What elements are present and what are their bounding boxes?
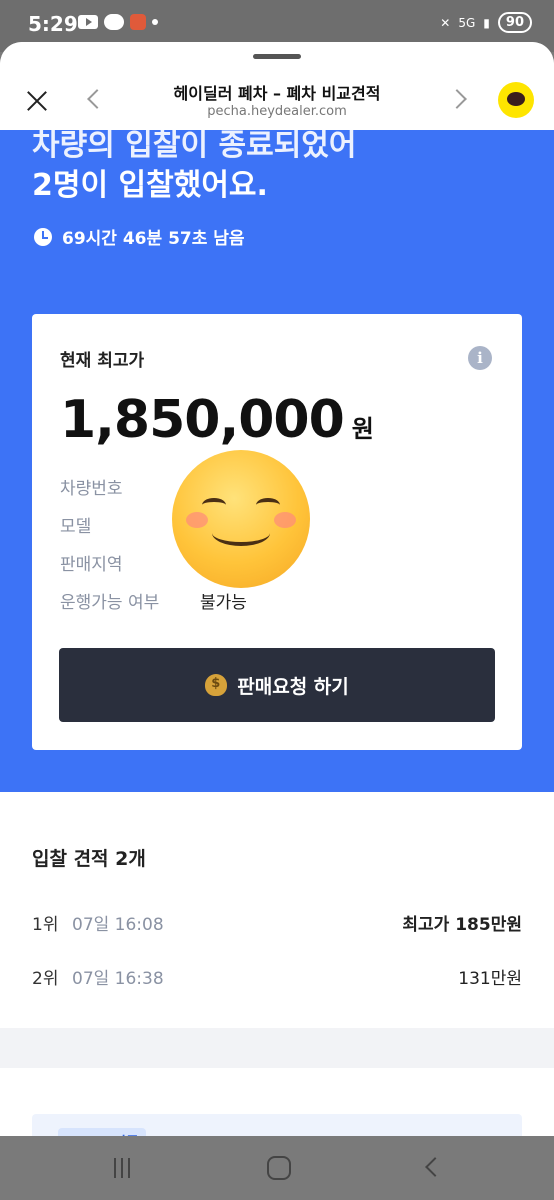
status-time: 5:29 xyxy=(28,12,78,36)
emoji-eye-left xyxy=(202,498,226,512)
emoji-mouth xyxy=(212,520,270,546)
bid-price: 131만원 xyxy=(458,969,522,989)
countdown-timer: 69시간 46분 57초 남음 xyxy=(34,224,245,249)
spec-label-model: 모델 xyxy=(60,517,92,537)
smiling-face-emoji-icon xyxy=(172,450,310,588)
signal-icon: ▮ xyxy=(483,15,490,30)
emoji-cheek-right xyxy=(274,512,296,528)
webview-sheet: 헤이딜러 폐차 – 폐차 비교견적 pecha.heydealer.com 차량… xyxy=(0,42,554,1137)
bids-section: 입찰 견적 2개 1위 07일 16:08 최고가 185만원 2위 07일 1… xyxy=(0,792,554,1028)
sell-request-label: 판매요청 하기 xyxy=(237,675,349,698)
emoji-cheek-left xyxy=(186,512,208,528)
chevron-right-icon xyxy=(447,89,467,109)
chat-icon xyxy=(104,14,124,30)
battery-icon: 90 xyxy=(497,12,532,33)
browser-toolbar: 헤이딜러 폐차 – 폐차 비교견적 pecha.heydealer.com xyxy=(0,42,554,130)
section-divider xyxy=(0,1028,554,1068)
promo-card[interactable]: 100% 지급 xyxy=(32,1114,522,1137)
home-icon[interactable] xyxy=(267,1156,291,1180)
system-icons: ✕ 5G ▮ 90 xyxy=(440,12,532,33)
emoji-eye-right xyxy=(256,498,280,512)
drag-handle[interactable] xyxy=(253,54,301,59)
hero-title: 2명이 입찰했어요. xyxy=(32,168,268,203)
info-icon[interactable]: i xyxy=(468,346,492,370)
system-navigation-bar xyxy=(0,1136,554,1200)
kakao-chat-icon[interactable] xyxy=(498,82,534,118)
clock-icon xyxy=(34,227,52,246)
spec-label-drivable: 운행가능 여부 xyxy=(60,593,160,613)
network-type: 5G xyxy=(458,15,476,30)
timer-text: 69시간 46분 57초 남음 xyxy=(62,229,245,249)
money-bag-icon xyxy=(205,674,228,696)
spec-label-region: 판매지역 xyxy=(60,555,123,575)
bid-time: 07일 16:38 xyxy=(72,969,164,989)
bid-row: 2위 07일 16:38 131만원 xyxy=(32,964,522,994)
bid-rank: 2위 xyxy=(32,969,59,989)
forward-button[interactable] xyxy=(447,86,472,114)
bids-title: 입찰 견적 2개 xyxy=(32,848,146,870)
bid-price: 최고가 185만원 xyxy=(402,915,522,935)
spec-value-drivable: 불가능 xyxy=(200,593,247,613)
bid-rank: 1위 xyxy=(32,915,59,935)
app-notification-icon xyxy=(130,14,146,30)
current-highest-label: 현재 최고가 xyxy=(60,351,145,371)
price-display: 1,850,000 원 xyxy=(60,390,374,450)
price-unit: 원 xyxy=(351,415,374,443)
more-notifications-icon xyxy=(152,19,158,25)
recents-icon[interactable] xyxy=(114,1158,136,1178)
promo-section: 100% 지급 xyxy=(0,1068,554,1137)
youtube-icon xyxy=(78,15,98,29)
notification-icons xyxy=(78,14,158,30)
bid-time: 07일 16:08 xyxy=(72,915,164,935)
sell-request-button[interactable]: 판매요청 하기 xyxy=(59,648,495,722)
price-amount: 1,850,000 xyxy=(60,390,345,450)
bid-row: 1위 07일 16:08 최고가 185만원 xyxy=(32,910,522,940)
price-card: 현재 최고가 i 1,850,000 원 차량번호 모델 판매지역 운행가능 여… xyxy=(32,314,522,750)
mute-icon: ✕ xyxy=(440,15,451,30)
hero-section: 차량의 입찰이 종료되었어 2명이 입찰했어요. 69시간 46분 57초 남음… xyxy=(0,128,554,792)
spec-label-plate: 차량번호 xyxy=(60,479,123,499)
back-icon[interactable] xyxy=(425,1157,445,1177)
